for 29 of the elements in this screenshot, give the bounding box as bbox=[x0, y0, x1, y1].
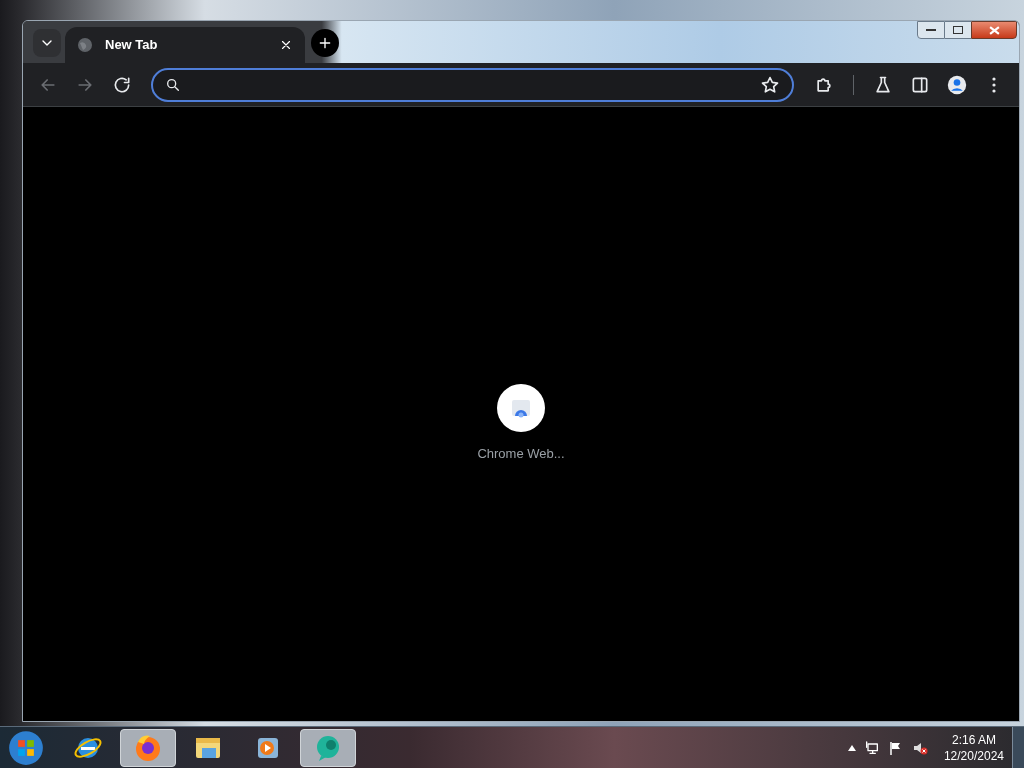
minimize-icon bbox=[926, 28, 936, 32]
close-icon bbox=[988, 25, 1000, 35]
maximize-button[interactable] bbox=[945, 21, 971, 39]
address-field[interactable] bbox=[150, 67, 794, 102]
star-icon[interactable] bbox=[759, 74, 780, 95]
tab-search-button[interactable] bbox=[33, 29, 61, 57]
more-vertical-icon bbox=[992, 76, 997, 93]
search-icon bbox=[164, 76, 181, 93]
taskbar-app-button[interactable] bbox=[120, 728, 176, 767]
shortcut-label: Chrome Web... bbox=[477, 445, 565, 464]
show-desktop-button[interactable] bbox=[1012, 727, 1024, 768]
close-window-button[interactable] bbox=[971, 21, 1017, 39]
globe-icon bbox=[77, 37, 93, 53]
plus-icon[interactable] bbox=[317, 35, 333, 51]
network-icon[interactable] bbox=[863, 739, 880, 756]
caret-up-icon[interactable] bbox=[847, 744, 856, 751]
person-icon bbox=[947, 74, 968, 95]
close-icon[interactable] bbox=[279, 38, 293, 52]
clock-date: 12/20/2024 bbox=[943, 747, 1004, 764]
clock-time: 2:16 AM bbox=[951, 731, 996, 748]
clock[interactable]: 2:16 AM 12/20/2024 bbox=[943, 731, 1004, 764]
shortcut-tile[interactable]: Chrome Web... bbox=[477, 384, 565, 464]
windows-orb-icon bbox=[8, 729, 44, 766]
browser-tab[interactable]: New Tab bbox=[65, 27, 305, 63]
maximize-icon bbox=[953, 26, 963, 34]
tab-title: New Tab bbox=[105, 36, 159, 55]
taskbar-app-button[interactable] bbox=[300, 728, 356, 767]
new-tab-button[interactable] bbox=[311, 29, 339, 57]
minimize-button[interactable] bbox=[917, 21, 945, 39]
